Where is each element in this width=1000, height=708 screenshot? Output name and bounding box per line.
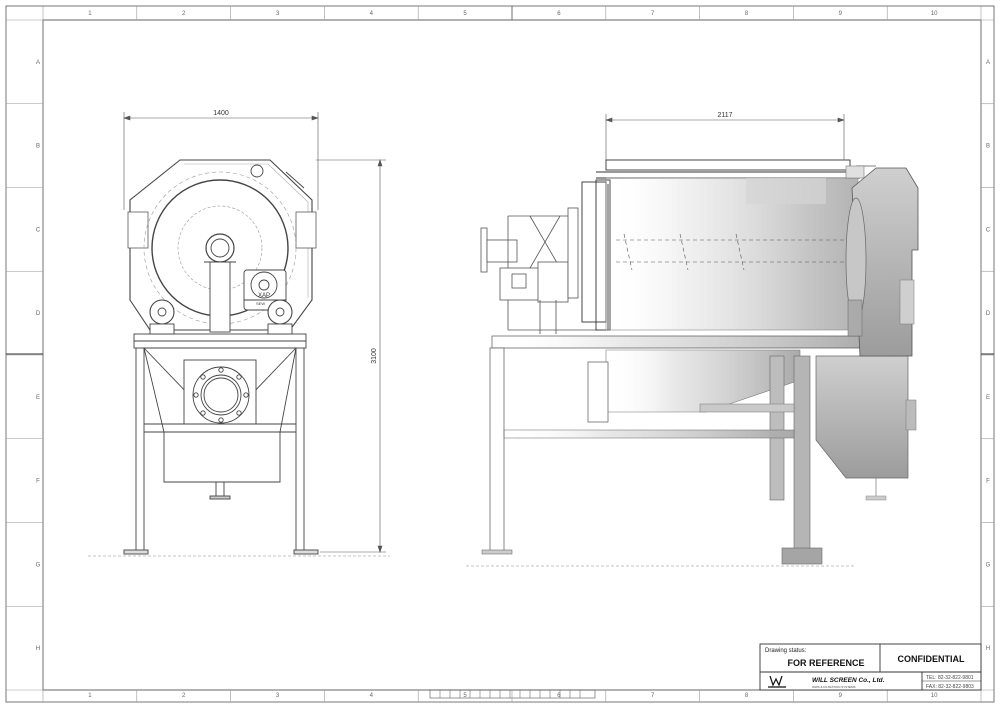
side-view [466, 159, 919, 567]
row-label-D: D [36, 311, 41, 317]
classification-label: CONFIDENTIAL [898, 654, 965, 664]
column-label-9: 9 [839, 11, 843, 17]
grid-column-labels-bottom: 1 2 3 4 5 6 7 8 9 10 [88, 690, 938, 702]
row-label-E: E [986, 395, 990, 401]
row-label-G: G [36, 562, 41, 568]
column-label-4: 4 [370, 11, 374, 17]
company-tagline: WWS & FILTRATION SYSTEMS [812, 685, 856, 689]
dimension-front-height-label: 3100 [371, 348, 378, 364]
row-label-F: F [986, 479, 990, 485]
column-label-8: 8 [745, 11, 749, 17]
column-label-4: 4 [370, 693, 374, 699]
dimension-front-width-label: 1400 [213, 110, 229, 117]
column-label-8: 8 [745, 693, 749, 699]
column-label-7: 7 [651, 693, 655, 699]
front-view [88, 159, 390, 557]
row-label-D: D [986, 311, 991, 317]
grid-column-labels-top: 1 2 3 4 5 6 7 8 9 10 [88, 6, 938, 20]
row-label-H: H [986, 646, 990, 652]
column-label-3: 3 [276, 693, 280, 699]
column-label-7: 7 [651, 11, 655, 17]
motor-plate-line2: SEW [256, 301, 265, 306]
row-label-H: H [36, 646, 40, 652]
row-label-B: B [36, 144, 40, 150]
row-label-G: G [986, 562, 991, 568]
company-fax: FAX: 82-32-822-9803 [926, 684, 974, 690]
engineering-drawing-sheet: 1 2 3 4 5 6 7 8 9 10 1 2 3 4 5 6 7 8 9 10 A B C D E F G H A B C D E F G… [5, 5, 995, 703]
row-label-C: C [36, 227, 41, 233]
grid-row-labels-right: A B C D E F G H [981, 60, 994, 652]
row-label-C: C [986, 227, 991, 233]
drawing-status-label: Drawing status: [765, 648, 807, 654]
row-label-E: E [36, 395, 40, 401]
row-label-F: F [36, 479, 40, 485]
column-label-10: 10 [931, 11, 938, 17]
column-label-3: 3 [276, 11, 280, 17]
grid-row-labels-left: A B C D E F G H [6, 60, 43, 652]
column-label-1: 1 [88, 11, 92, 17]
dimension-side-width [605, 114, 845, 160]
column-label-5: 5 [463, 11, 467, 17]
column-label-2: 2 [182, 693, 186, 699]
column-label-9: 9 [839, 693, 843, 699]
company-tel: TEL: 82-32-822-9801 [926, 675, 974, 681]
column-label-2: 2 [182, 11, 186, 17]
row-label-A: A [36, 60, 40, 66]
drawing-status-value: FOR REFERENCE [787, 658, 864, 668]
column-label-10: 10 [931, 693, 938, 699]
dimension-side-width-label: 2117 [717, 112, 732, 119]
column-label-6: 6 [557, 11, 561, 17]
row-label-B: B [986, 144, 990, 150]
row-label-A: A [986, 60, 990, 66]
motor-plate-line1: XAP [258, 293, 270, 299]
column-label-1: 1 [88, 693, 92, 699]
company-name: WILL SCREEN Co., Ltd. [812, 677, 885, 684]
